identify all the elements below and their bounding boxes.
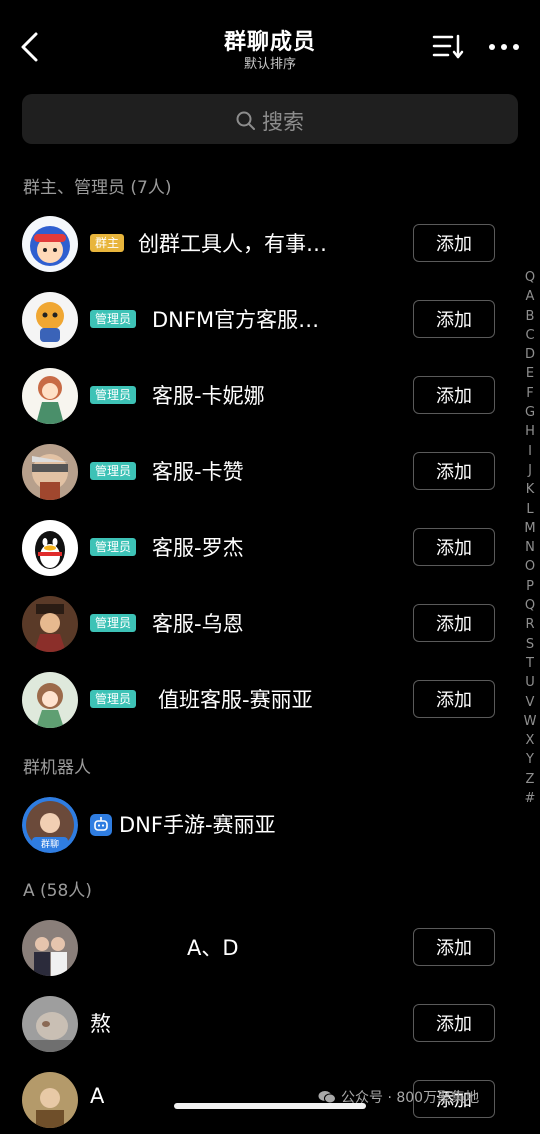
wechat-icon: [318, 1091, 336, 1104]
member-row[interactable]: A、D 添加: [0, 912, 510, 982]
search-icon: [236, 111, 255, 130]
add-button[interactable]: 添加: [413, 1004, 495, 1042]
index-letter[interactable]: R: [520, 615, 540, 634]
search-bar[interactable]: 搜索: [22, 94, 518, 144]
avatar: [22, 292, 78, 348]
member-name: A: [90, 1084, 105, 1108]
add-button[interactable]: 添加: [413, 452, 495, 490]
add-button[interactable]: 添加: [413, 528, 495, 566]
add-button[interactable]: 添加: [413, 928, 495, 966]
index-letter[interactable]: Q: [520, 596, 540, 615]
robot-icon: [90, 814, 112, 836]
member-row[interactable]: 管理员 客服-卡赞 添加: [0, 436, 510, 506]
avatar: [22, 216, 78, 272]
index-letter[interactable]: Y: [520, 750, 540, 769]
index-letter[interactable]: K: [520, 480, 540, 499]
index-letter[interactable]: L: [520, 500, 540, 519]
role-badge: 群主: [90, 234, 125, 252]
member-row[interactable]: 群主 创群工具人，有事… 添加: [0, 208, 510, 278]
index-letter[interactable]: #: [520, 789, 540, 808]
avatar: [22, 996, 78, 1052]
role-badge: 管理员: [90, 614, 137, 632]
member-name: 客服-罗杰: [152, 536, 244, 560]
avatar: [22, 1072, 78, 1128]
index-letter[interactable]: P: [520, 577, 540, 596]
index-letter[interactable]: Q: [520, 268, 540, 287]
avatar: 群聊: [22, 797, 78, 853]
index-letter[interactable]: G: [520, 403, 540, 422]
index-letter[interactable]: X: [520, 731, 540, 750]
member-row[interactable]: 管理员 DNFM官方客服… 添加: [0, 284, 510, 354]
index-letter[interactable]: T: [520, 654, 540, 673]
index-letter[interactable]: W: [520, 712, 540, 731]
role-badge: 管理员: [90, 462, 137, 480]
member-name: 值班客服-赛丽亚: [158, 688, 313, 712]
nav-header: 群聊成员 默认排序: [0, 0, 540, 80]
member-name: 客服-卡妮娜: [152, 384, 265, 408]
add-button[interactable]: 添加: [413, 604, 495, 642]
index-letter[interactable]: B: [520, 307, 540, 326]
role-badge: 管理员: [90, 310, 137, 328]
index-letter[interactable]: N: [520, 538, 540, 557]
index-letter[interactable]: D: [520, 345, 540, 364]
alphabet-index[interactable]: Q A B C D E F G H I J K L M N O P Q R S …: [520, 268, 540, 808]
member-name: 创群工具人，有事…: [138, 232, 327, 256]
avatar: [22, 368, 78, 424]
index-letter[interactable]: O: [520, 557, 540, 576]
index-letter[interactable]: U: [520, 673, 540, 692]
role-badge: 管理员: [90, 386, 137, 404]
index-letter[interactable]: V: [520, 693, 540, 712]
index-letter[interactable]: H: [520, 422, 540, 441]
index-letter[interactable]: J: [520, 461, 540, 480]
member-name: DNFM官方客服…: [152, 308, 320, 332]
avatar-tag: 群聊: [41, 838, 59, 850]
more-options-icon[interactable]: [488, 38, 520, 56]
member-name: A、D: [187, 936, 239, 960]
member-row[interactable]: 管理员 客服-罗杰 添加: [0, 512, 510, 582]
member-name: 客服-乌恩: [152, 612, 244, 636]
index-letter[interactable]: I: [520, 442, 540, 461]
member-name: 客服-卡赞: [152, 460, 244, 484]
add-button[interactable]: 添加: [413, 224, 495, 262]
search-placeholder: 搜索: [262, 110, 304, 134]
member-row[interactable]: 管理员 值班客服-赛丽亚 添加: [0, 664, 510, 734]
add-button[interactable]: 添加: [413, 680, 495, 718]
index-letter[interactable]: S: [520, 635, 540, 654]
search-placeholder-wrap: 搜索: [22, 106, 518, 136]
index-letter[interactable]: F: [520, 384, 540, 403]
avatar: [22, 520, 78, 576]
robot-name: DNF手游-赛丽亚: [119, 813, 276, 837]
index-letter[interactable]: M: [520, 519, 540, 538]
index-letter[interactable]: C: [520, 326, 540, 345]
avatar: [22, 444, 78, 500]
section-header-a: A (58人): [23, 881, 92, 901]
sort-icon[interactable]: [432, 33, 464, 61]
role-badge: 管理员: [90, 690, 137, 708]
member-row[interactable]: 管理员 客服-卡妮娜 添加: [0, 360, 510, 430]
home-indicator[interactable]: [174, 1103, 366, 1109]
role-badge: 管理员: [90, 538, 137, 556]
robot-row[interactable]: 群聊 DNF手游-赛丽亚: [0, 789, 510, 859]
add-button[interactable]: 添加: [413, 300, 495, 338]
index-letter[interactable]: A: [520, 287, 540, 306]
member-row[interactable]: 管理员 客服-乌恩 添加: [0, 588, 510, 658]
member-name: 熬: [90, 1012, 111, 1036]
avatar: [22, 672, 78, 728]
section-header-admins: 群主、管理员 (7人): [23, 178, 172, 198]
avatar: [22, 920, 78, 976]
section-header-robots: 群机器人: [23, 758, 91, 778]
index-letter[interactable]: E: [520, 364, 540, 383]
member-row[interactable]: 熬 添加: [0, 988, 510, 1058]
avatar: [22, 596, 78, 652]
index-letter[interactable]: Z: [520, 770, 540, 789]
add-button[interactable]: 添加: [413, 376, 495, 414]
